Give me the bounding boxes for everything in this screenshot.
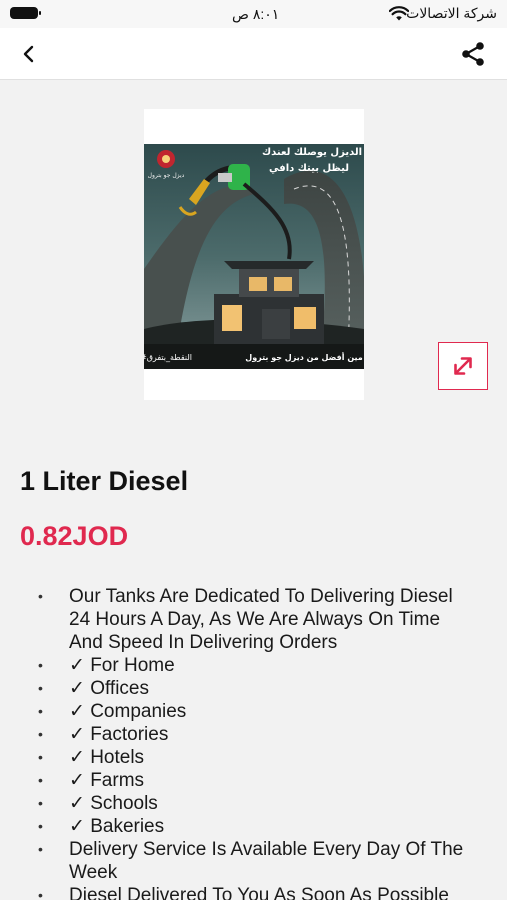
- product-image[interactable]: ديزل جو بترول الديزل يوصلك لعندك ليظل بي…: [144, 109, 364, 400]
- poster-footer-right: مين أفضل من ديزل جو بترول: [245, 352, 363, 362]
- list-item: Diesel Delivered To You As Soon As Possi…: [38, 884, 478, 900]
- list-item: ✓ Bakeries: [38, 815, 478, 838]
- share-icon: [462, 42, 484, 66]
- product-poster: ديزل جو بترول الديزل يوصلك لعندك ليظل بي…: [144, 109, 364, 400]
- list-item: ✓ Companies: [38, 700, 478, 723]
- share-button[interactable]: [457, 38, 489, 70]
- nav-bar: [0, 28, 507, 80]
- list-item: ✓ Hotels: [38, 746, 478, 769]
- expand-icon: [454, 357, 472, 375]
- expand-image-button[interactable]: [438, 342, 488, 390]
- carrier-name: شركة الاتصالات: [406, 5, 497, 21]
- list-item: Delivery Service Is Available Every Day …: [38, 838, 478, 884]
- poster-headline-1: الديزل يوصلك لعندك: [262, 147, 362, 158]
- product-description-list: Our Tanks Are Dedicated To Delivering Di…: [38, 585, 478, 900]
- product-title: 1 Liter Diesel: [20, 466, 189, 496]
- list-item: ✓ For Home: [38, 654, 478, 677]
- status-bar: ٨:٠١ ص شركة الاتصالات: [0, 0, 507, 28]
- list-item: ✓ Factories: [38, 723, 478, 746]
- list-item: ✓ Farms: [38, 769, 478, 792]
- battery-icon: [10, 7, 41, 19]
- list-item: ✓ Schools: [38, 792, 478, 815]
- poster-headline-2: ليظل بيتك دافي: [269, 163, 349, 174]
- back-button[interactable]: [14, 40, 44, 68]
- list-item: ✓ Offices: [38, 677, 478, 700]
- list-item: Our Tanks Are Dedicated To Delivering Di…: [38, 585, 478, 654]
- poster-brand: ديزل جو بترول: [148, 172, 185, 179]
- poster-footer-left: #النقطة_بتفرق: [144, 353, 192, 362]
- product-price: 0.82JOD: [20, 521, 129, 551]
- chevron-left-icon: [23, 45, 34, 63]
- status-time: ٨:٠١ ص: [232, 6, 280, 22]
